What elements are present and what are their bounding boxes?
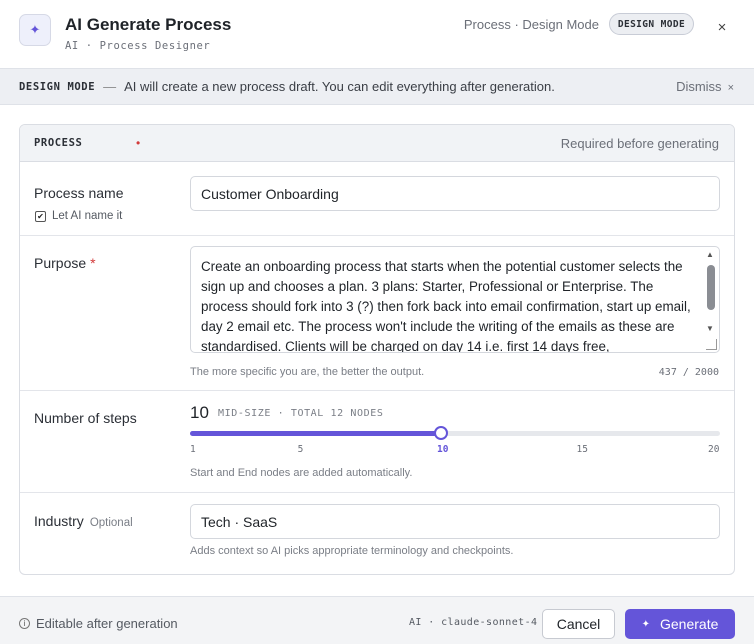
slider-tick: 15 (576, 444, 588, 455)
purpose-textarea[interactable]: Create an onboarding process that starts… (190, 246, 720, 353)
cancel-button[interactable]: Cancel (542, 609, 615, 639)
purpose-row: Purpose * Create an onboarding process th… (20, 236, 734, 391)
section-title: PROCESS (34, 137, 83, 149)
steps-slider[interactable] (190, 426, 720, 440)
checkbox-icon[interactable]: ✔ (35, 210, 46, 222)
dialog-subtitle: AI · Process Designer (65, 40, 211, 52)
sparkle-icon: ✦ (641, 618, 650, 630)
resize-handle[interactable] (706, 339, 717, 350)
process-name-input[interactable]: Customer Onboarding (190, 176, 720, 211)
required-dot: • (136, 136, 141, 150)
dismiss-label: Dismiss (676, 79, 722, 94)
industry-hint: Adds context so AI picks appropriate ter… (190, 545, 514, 557)
industry-label-group: Industry Optional (34, 513, 133, 529)
process-panel: PROCESS • Required before generating Pro… (19, 124, 735, 575)
steps-value: 10 (190, 403, 209, 422)
purpose-label: Purpose (34, 255, 87, 271)
purpose-text: Create an onboarding process that starts… (201, 259, 691, 353)
model-label: AI · claude-sonnet-4 (409, 617, 538, 628)
scroll-thumb[interactable] (707, 265, 715, 310)
slider-fill (190, 431, 442, 436)
char-counter: 437 / 2000 (658, 367, 719, 378)
dialog-footer: i Editable after generation AI · claude-… (0, 596, 754, 644)
panel-header: PROCESS • Required before generating (20, 125, 734, 162)
process-name-label: Process name (34, 185, 124, 201)
steps-hint: Start and End nodes are added automatica… (190, 467, 413, 479)
footer-note-text: Editable after generation (36, 616, 178, 631)
industry-label: Industry (34, 513, 84, 529)
scroll-down-icon[interactable]: ▼ (706, 324, 714, 333)
banner-dash: — (103, 79, 117, 94)
slider-tick: 10 (437, 444, 449, 455)
info-icon: i (19, 618, 30, 629)
steps-label: Number of steps (34, 410, 137, 426)
dismiss-button[interactable]: Dismiss × (676, 79, 734, 94)
optional-tag: Optional (89, 517, 133, 529)
slider-tick: 1 (190, 444, 196, 455)
process-name-row: Process name ✔ Let AI name it Customer O… (20, 162, 734, 236)
sparkle-icon: ✦ (19, 14, 51, 46)
let-ai-name-label: Let AI name it (52, 210, 123, 222)
generate-button[interactable]: ✦ Generate (625, 609, 735, 639)
dialog-title: AI Generate Process (65, 15, 232, 34)
section-note: Required before generating (560, 136, 719, 151)
required-star: * (90, 255, 96, 271)
slider-tick: 5 (297, 444, 304, 455)
scroll-up-icon[interactable]: ▲ (706, 250, 714, 259)
industry-input[interactable]: Tech · SaaS (190, 504, 720, 539)
textarea-scrollbar[interactable]: ▲ ▼ (705, 250, 717, 336)
slider-tick: 20 (708, 444, 720, 455)
footer-note: i Editable after generation (19, 616, 178, 631)
design-mode-banner: DESIGN MODE — AI will create a new proce… (0, 68, 754, 105)
generate-label: Generate (660, 616, 719, 632)
let-ai-name-toggle[interactable]: ✔ Let AI name it (35, 210, 122, 222)
purpose-hint: The more specific you are, the better th… (190, 366, 425, 378)
banner-message: AI will create a new process draft. You … (124, 79, 555, 94)
breadcrumb: Process · Design Mode (463, 17, 599, 32)
slider-thumb[interactable] (434, 426, 449, 440)
dismiss-x-icon: × (727, 82, 734, 94)
industry-row: Industry Optional Tech · SaaS Adds contex… (20, 493, 734, 574)
purpose-label-group: Purpose * (34, 255, 96, 271)
banner-tag: DESIGN MODE (19, 80, 96, 93)
close-icon[interactable]: × (712, 17, 732, 37)
steps-meta: MID-SIZE · TOTAL 12 NODES (218, 408, 384, 419)
steps-row: Number of steps 10 MID-SIZE · TOTAL 12 N… (20, 391, 734, 493)
mode-badge: DESIGN MODE (609, 13, 694, 35)
dialog-header: ✦ AI Generate Process AI · Process Desig… (0, 0, 754, 68)
